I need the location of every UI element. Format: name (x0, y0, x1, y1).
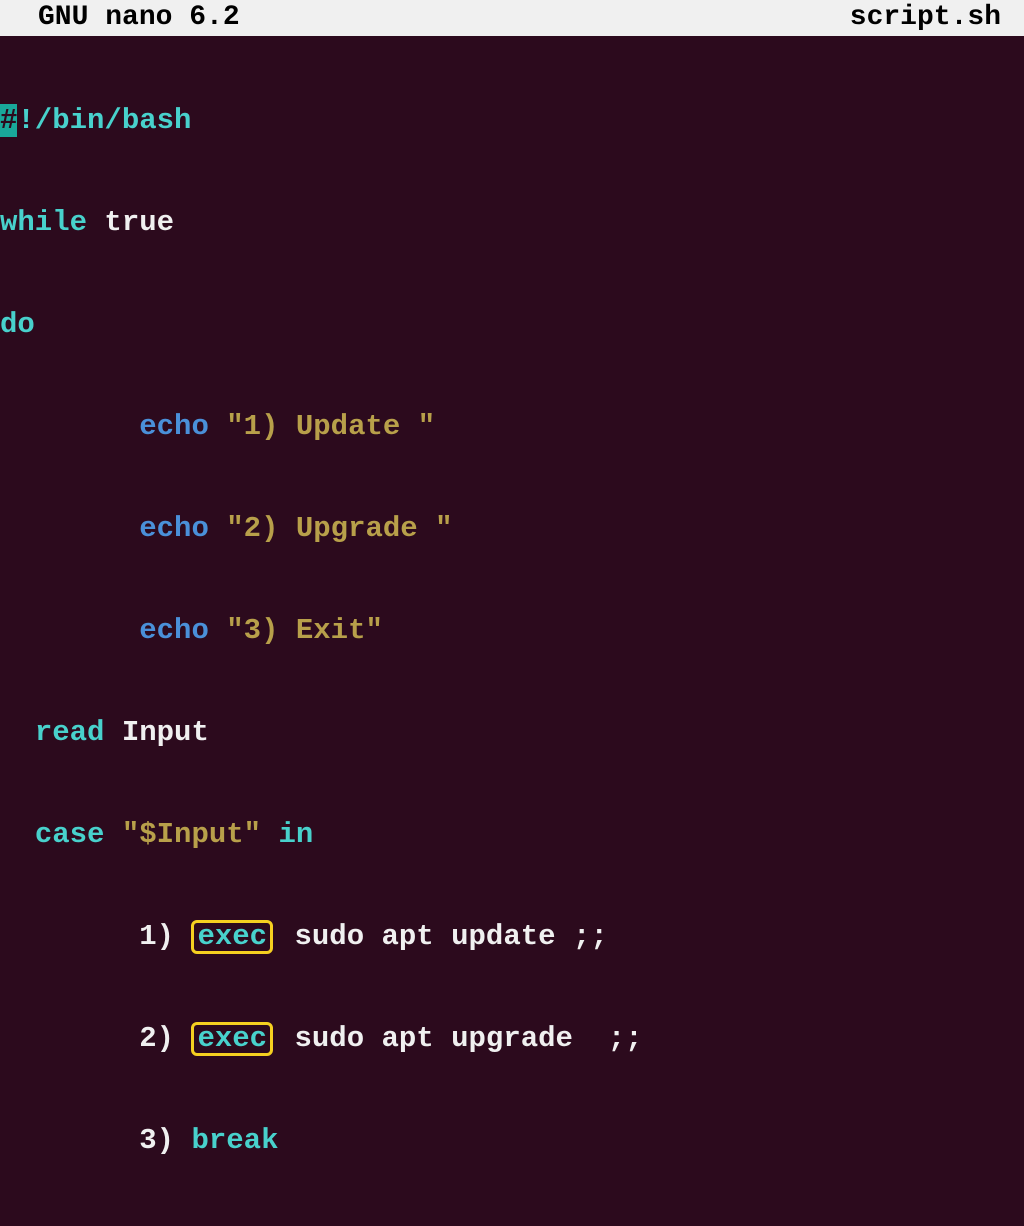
literal-true: true (104, 206, 174, 239)
code-line: echo "2) Upgrade " (0, 512, 1024, 546)
keyword-break: break (191, 1124, 278, 1157)
keyword-echo: echo (139, 512, 209, 545)
keyword-echo: echo (139, 614, 209, 647)
string-quote: " (122, 818, 139, 851)
code-line: #!/bin/bash (0, 104, 1024, 138)
keyword-while: while (0, 206, 87, 239)
case-label-1: 1) (139, 920, 191, 953)
keyword-do: do (0, 308, 35, 341)
identifier-input: Input (122, 716, 209, 749)
code-line: while true (0, 206, 1024, 240)
highlight-box-exec-2: exec (191, 1022, 273, 1056)
editor-area[interactable]: #!/bin/bash while true do echo "1) Updat… (0, 36, 1024, 1226)
code-line: echo "3) Exit" (0, 614, 1024, 648)
string-literal: "2) Upgrade " (226, 512, 452, 545)
variable-input: $Input (139, 818, 243, 851)
cursor: # (0, 104, 17, 137)
keyword-read: read (35, 716, 105, 749)
highlight-box-exec-1: exec (191, 920, 273, 954)
shebang-text: !/bin/bash (17, 104, 191, 137)
case-label-3: 3) (139, 1124, 191, 1157)
code-line: 1) exec sudo apt update ;; (0, 920, 1024, 954)
code-line: read Input (0, 716, 1024, 750)
title-bar: GNU nano 6.2 script.sh (0, 0, 1024, 36)
string-quote: " (244, 818, 261, 851)
case-label-2: 2) (139, 1022, 191, 1055)
command-text: sudo apt upgrade ;; (294, 1022, 642, 1055)
keyword-in: in (278, 818, 313, 851)
code-line: 2) exec sudo apt upgrade ;; (0, 1022, 1024, 1056)
file-name: script.sh (850, 2, 1016, 34)
keyword-exec: exec (197, 920, 267, 953)
command-text: sudo apt update ;; (294, 920, 607, 953)
app-name: GNU nano 6.2 (8, 2, 240, 34)
code-line: do (0, 308, 1024, 342)
keyword-case: case (35, 818, 105, 851)
code-line: case "$Input" in (0, 818, 1024, 852)
keyword-exec: exec (197, 1022, 267, 1055)
code-line: 3) break (0, 1124, 1024, 1158)
keyword-echo: echo (139, 410, 209, 443)
string-literal: "1) Update " (226, 410, 435, 443)
code-line: echo "1) Update " (0, 410, 1024, 444)
string-literal: "3) Exit" (226, 614, 383, 647)
